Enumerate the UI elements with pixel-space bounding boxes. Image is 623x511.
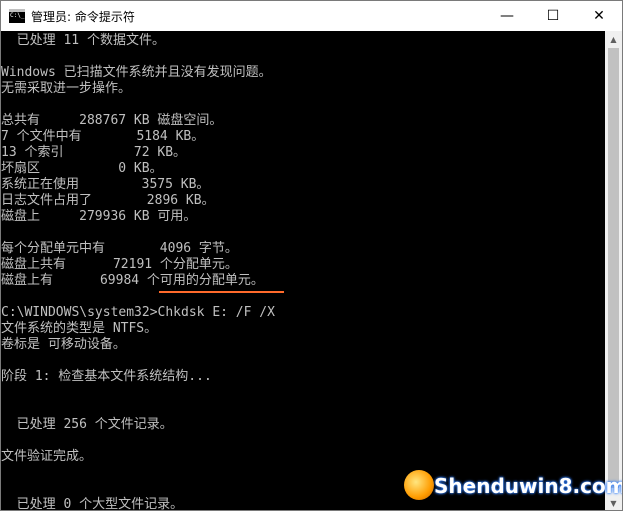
console-line: 卷标是 可移动设备。	[1, 337, 126, 352]
console-line: 13 个索引 72 KB。	[1, 145, 187, 160]
console-line: 每个分配单元中有 4096 字节。	[1, 241, 238, 256]
watermark-logo-icon	[404, 470, 434, 500]
scroll-thumb[interactable]	[608, 48, 619, 488]
console-line: 无需采取进一步操作。	[1, 81, 132, 96]
console-line: 7 个文件中有 5184 KB。	[1, 129, 205, 144]
vertical-scrollbar[interactable]: ▲ ▼	[605, 31, 622, 510]
console-line: 总共有 288767 KB 磁盘空间。	[1, 113, 223, 128]
console-line: 系统正在使用 3575 KB。	[1, 177, 210, 192]
console-line: 文件验证完成。	[1, 449, 93, 464]
cmd-app-icon	[9, 9, 25, 23]
console-line: 文件系统的类型是 NTFS。	[1, 321, 158, 336]
site-watermark: Shenduwin8.com	[404, 462, 622, 506]
console-line: 磁盘上有 69984 个可用的分配单元。	[1, 273, 264, 288]
console-line: 坏扇区 0 KB。	[1, 161, 163, 176]
close-button[interactable]: ✕	[576, 1, 622, 31]
command-underline-annotation	[159, 291, 284, 293]
command-prompt-window: 管理员: 命令提示符 — ☐ ✕ 已处理 11 个数据文件。 Windows 已扫…	[0, 0, 623, 511]
console-line: 已处理 0 个大型文件记录。	[1, 497, 184, 511]
console-line: 已处理 11 个数据文件。	[1, 33, 165, 48]
console-line: 阶段 1: 检查基本文件系统结构...	[1, 369, 212, 384]
console-line: Windows 已扫描文件系统并且没有发现问题。	[1, 65, 272, 80]
window-title: 管理员: 命令提示符	[31, 9, 135, 24]
console-line: 已处理 256 个文件记录。	[1, 417, 173, 432]
maximize-button[interactable]: ☐	[530, 1, 576, 31]
console-line: 磁盘上 279936 KB 可用。	[1, 209, 197, 224]
console-line: 日志文件占用了 2896 KB。	[1, 193, 215, 208]
title-bar[interactable]: 管理员: 命令提示符 — ☐ ✕	[1, 1, 622, 31]
scroll-up-arrow-icon[interactable]: ▲	[605, 31, 622, 48]
minimize-button[interactable]: —	[484, 1, 530, 31]
console-line: 磁盘上共有 72191 个分配单元。	[1, 257, 238, 272]
console-line: C:\WINDOWS\system32>Chkdsk E: /F /X	[1, 305, 275, 320]
console-output[interactable]: 已处理 11 个数据文件。 Windows 已扫描文件系统并且没有发现问题。 无需采…	[1, 31, 605, 511]
watermark-text: Shenduwin8.com	[434, 474, 623, 498]
